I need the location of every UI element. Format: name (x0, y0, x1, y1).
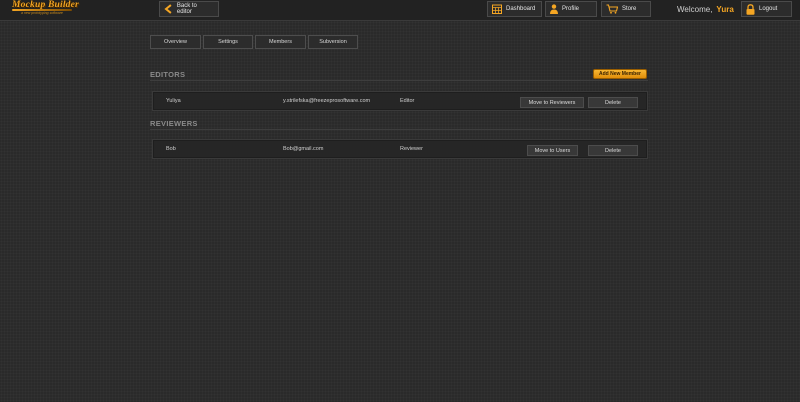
reviewers-divider (150, 129, 648, 130)
user-icon (550, 4, 558, 14)
logout-label: Logout (759, 6, 778, 12)
editors-section-title: EDITORS (150, 70, 186, 79)
profile-button[interactable]: Profile (545, 1, 597, 17)
member-email: y.strilefska@freezeprosoftware.com (283, 98, 371, 104)
delete-button[interactable]: Delete (588, 97, 638, 108)
move-to-reviewers-button[interactable]: Move to Reviewers (520, 97, 584, 108)
reviewer-member-row: Bob Bob@gmail.com Reviewer Move to Users… (152, 139, 648, 159)
welcome-text: Welcome, (677, 5, 713, 14)
back-to-editor-button[interactable]: Back to editor (159, 1, 219, 17)
welcome-message: Welcome, Yura (677, 5, 734, 14)
add-new-member-button[interactable]: Add New Member (593, 69, 647, 79)
user-name: Yura (716, 5, 734, 14)
editor-member-row: Yuliya y.strilefska@freezeprosoftware.co… (152, 91, 648, 111)
store-label: Store (622, 6, 637, 12)
tab-settings[interactable]: Settings (203, 35, 253, 49)
app-logo[interactable]: Mockup Builder a new prototyping softwar… (12, 0, 79, 18)
calendar-icon (492, 4, 502, 14)
cart-icon (606, 4, 618, 14)
top-toolbar: Mockup Builder a new prototyping softwar… (0, 0, 800, 21)
reviewers-section-title: REVIEWERS (150, 119, 198, 128)
dashboard-label: Dashboard (506, 6, 536, 12)
member-name: Yuliya (166, 98, 181, 104)
delete-button[interactable]: Delete (588, 145, 638, 156)
member-name: Bob (166, 146, 176, 152)
editors-divider (150, 80, 648, 81)
back-to-editor-label: Back to editor (176, 3, 197, 15)
profile-label: Profile (562, 6, 580, 12)
tab-members[interactable]: Members (255, 35, 306, 49)
move-to-users-button[interactable]: Move to Users (527, 145, 578, 156)
lock-icon (746, 3, 755, 15)
member-email: Bob@gmail.com (283, 146, 324, 152)
logout-button[interactable]: Logout (741, 1, 792, 17)
dashboard-button[interactable]: Dashboard (487, 1, 542, 17)
member-role: Reviewer (400, 146, 423, 152)
logo-tagline: a new prototyping software (21, 11, 63, 15)
store-button[interactable]: Store (601, 1, 651, 17)
member-role: Editor (400, 98, 415, 104)
tab-subversion[interactable]: Subversion (308, 35, 358, 49)
chevron-left-icon (164, 4, 172, 14)
tab-overview[interactable]: Overview (150, 35, 201, 49)
